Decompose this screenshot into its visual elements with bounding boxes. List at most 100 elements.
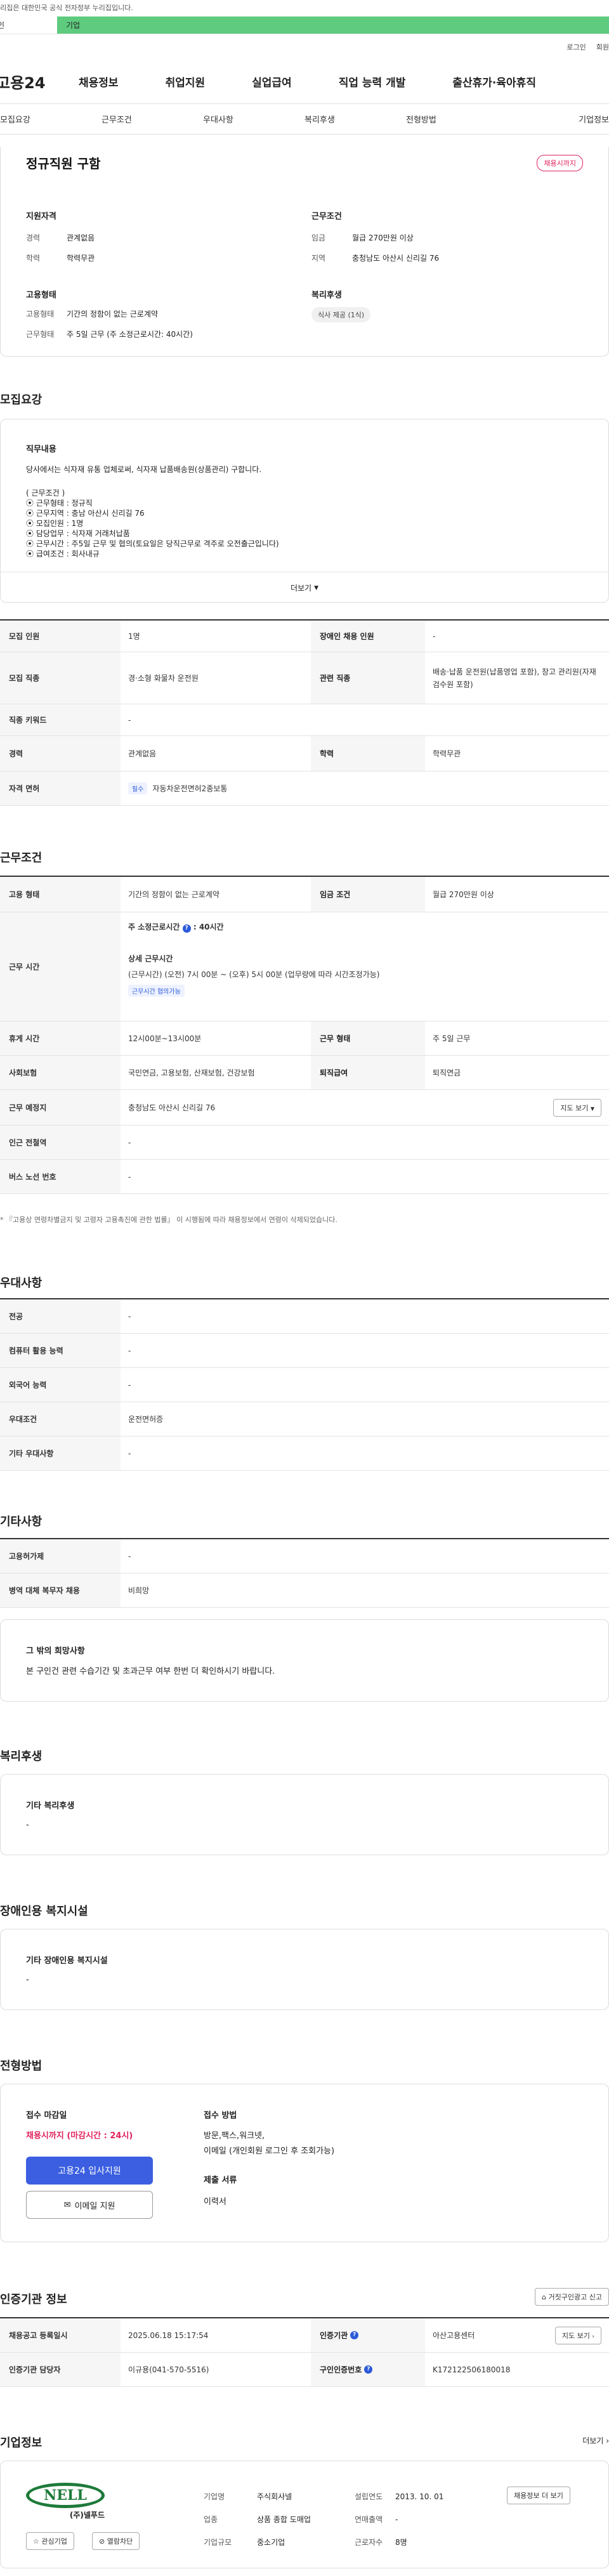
cell-header: 고용 형태 [0,877,121,912]
welfare-tag: 식사 제공 (1식) [311,307,371,322]
more-label: 더보기 [290,584,312,593]
cell-header: 우대조건 [0,1402,121,1436]
disabled-box: 기타 장애인용 복지시설 - [0,1929,609,2010]
company-title: 기업정보 [0,2436,43,2450]
disabled-box-text: - [26,1975,29,1985]
report-button[interactable]: ⌂ 거짓구인광고 신고 [535,2288,609,2306]
cell-header: 컴퓨터 활용 능력 [0,1334,121,1367]
tab-personal[interactable]: 인 [0,16,57,34]
gov-notice-text: 누리집은 대한민국 공식 전자정부 누리집입니다. [0,4,133,12]
cell-value: 월급 270만원 이상 [433,890,494,899]
hours-main-label: 주 소정근로시간 [128,923,180,931]
gnb-skills[interactable]: 직업 능력 개발 [339,74,406,89]
company-value: 주식회사넬 [257,2492,292,2501]
company-more-link[interactable]: 더보기 › [582,2435,609,2446]
cell-header: 근무 예정지 [0,1090,121,1125]
job-title: 정규직원 구함 [26,156,101,171]
cell-header: 버스 노선 번호 [0,1160,121,1193]
snb-prefer[interactable]: 우대사항 [203,113,304,125]
cell-header: 구인인증번호? [311,2353,425,2386]
signup-link[interactable]: 회원 [596,42,609,52]
gnb-employment-support[interactable]: 취업지원 [166,74,206,89]
cell-value: 운전면허증 [128,1415,164,1424]
age-footnote: * 『고용상 연령차별금지 및 고령자 고용촉진에 관한 법률』 이 시행됨에 … [0,1216,337,1224]
info-icon[interactable]: ? [350,2331,359,2339]
gnb-parental-leave[interactable]: 출산휴가·육아휴직 [452,74,536,89]
worktype-label: 근무형태 [26,330,55,339]
detail-value: (근무시간) (오전) 7시 00분 ~ (오후) 5시 00분 (업무량에 따… [128,970,380,979]
table-row: 병역 대체 복무자 채용 비희망 [0,1574,609,1608]
snb-selection[interactable]: 전형방법 [406,113,508,125]
method-value-1: 방문,팩스,워크넷, [204,2131,265,2141]
cell-value: K172122506180018 [433,2365,511,2374]
cell-value: 학력무관 [433,749,461,758]
cell-header: 휴게 시간 [0,1022,121,1055]
career-value: 관계없음 [67,233,95,242]
job-line: ⦿ 근무지역 : 충남 아산시 신리길 76 [26,509,145,518]
gnb-jobs[interactable]: 채용정보 [79,74,119,89]
welfare-box: 기타 복리후생 - [0,1774,609,1855]
company-value: 중소기업 [257,2538,285,2547]
selection-box: 접수 마감일 채용시까지 (마감시간 : 24시) 고용24 입사지원 ✉ 이메일… [0,2084,609,2242]
selection-title: 전형방법 [0,2060,43,2073]
gnb-unemployment-benefit[interactable]: 실업급여 [252,74,292,89]
snb-conditions[interactable]: 근무조건 [102,113,203,125]
hours-main-value: : 40시간 [193,923,224,931]
company-info: 기업명 주식회사넬 설립연도 2013. 10. 01 업종 상품 종합 도매업 연매출액… [204,2485,443,2554]
site-logo[interactable]: 고용24 [0,70,79,93]
deadline-value: 채용시까지 (마감시간 : 24시) [26,2131,133,2141]
detail-heading: 상세 근무시간 [128,954,173,963]
method-heading: 접수 방법 [204,2111,237,2120]
login-link[interactable]: 로그인 [566,42,586,52]
favorite-button[interactable]: ☆ 관심기업 [26,2532,74,2550]
company-value: 8명 [395,2538,407,2547]
snb-company[interactable]: 기업정보 [508,113,609,125]
company-card: NELL (주)넬푸드 ☆ 관심기업 ⊘ 열람차단 기업명 주식회사넬 설립연도 20… [0,2461,609,2568]
table-row: 자격 면허 필수 자동차운전면허2종보통 [0,772,609,806]
company-jobs-button[interactable]: 채용정보 더 보기 [507,2487,570,2504]
block-button[interactable]: ⊘ 열람차단 [92,2532,140,2550]
docs-value: 이력서 [204,2197,226,2207]
wage-label: 임금 [311,233,326,242]
table-row: 인증기관 담당자 이규용(041-570-5516) 구인인증번호? K17212… [0,2353,609,2387]
prefer-title: 우대사항 [0,1277,43,1290]
info-icon[interactable]: ? [182,924,191,933]
disabled-box-heading: 기타 장애인용 복지시설 [26,1956,108,1966]
cell-value: - [128,1172,131,1181]
apply-button[interactable]: 고용24 입사지원 [26,2157,153,2185]
table-row: 근무 예정지 충청남도 아산시 신리길 76 지도 보기 ▼ [0,1090,609,1126]
tab-company[interactable]: 기업 [57,16,609,34]
cert-title: 인증기관 정보 [0,2293,67,2306]
cell-header: 기타 우대사항 [0,1436,121,1470]
cell-value: 경·소형 화물차 운전원 [128,674,199,683]
summary-card: 정규직원 구함 채용시까지 지원자격 경력 관계없음 학력 학력무관 근무조건 임금… [0,147,609,357]
report-label: 거짓구인광고 신고 [548,2293,602,2301]
cell-value: 주 소정근로시간 ? : 40시간 상세 근무시간 (근무시간) (오전) 7시… [121,912,609,1021]
snb-recruit[interactable]: 모집요강 [0,113,102,125]
map-button[interactable]: 지도 보기 › [554,2326,601,2344]
chevron-down-icon: ▼ [590,1105,594,1112]
worktype-value: 주 5일 근무 (주 소정근로시간: 40시간) [67,330,193,339]
chevron-right-icon: › [592,2333,594,2340]
company-label: 설립연도 [355,2492,383,2501]
cell-value: 비희망 [128,1586,150,1595]
table-row: 채용공고 등록일시 2025.06.18 15:17:54 인증기관? 아산고용센… [0,2318,609,2353]
map-button-label: 지도 보기 [561,2331,590,2340]
work-location: 충청남도 아산시 신리길 76 [128,1103,216,1112]
map-button-label: 지도 보기 [560,1103,589,1112]
status-badge: 채용시까지 [537,155,583,171]
area-label: 지역 [311,254,326,263]
more-button[interactable]: 더보기 ▼ [1,572,608,603]
company-label: 기업규모 [204,2538,232,2547]
cell-value: 1명 [128,632,140,641]
map-button[interactable]: 지도 보기 ▼ [553,1098,601,1117]
cell-value: - [128,715,131,725]
cell-header: 직종 키워드 [0,704,121,735]
welfare-title: 복리후생 [0,1750,43,1763]
info-icon[interactable]: ? [364,2365,373,2374]
snb-welfare[interactable]: 복리후생 [304,113,406,125]
table-row: 버스 노선 번호 - [0,1160,609,1194]
email-apply-button[interactable]: ✉ 이메일 지원 [26,2191,153,2219]
emp-value: 기간의 정함이 없는 근로계약 [67,310,158,319]
company-more-label: 더보기 [582,2436,604,2445]
